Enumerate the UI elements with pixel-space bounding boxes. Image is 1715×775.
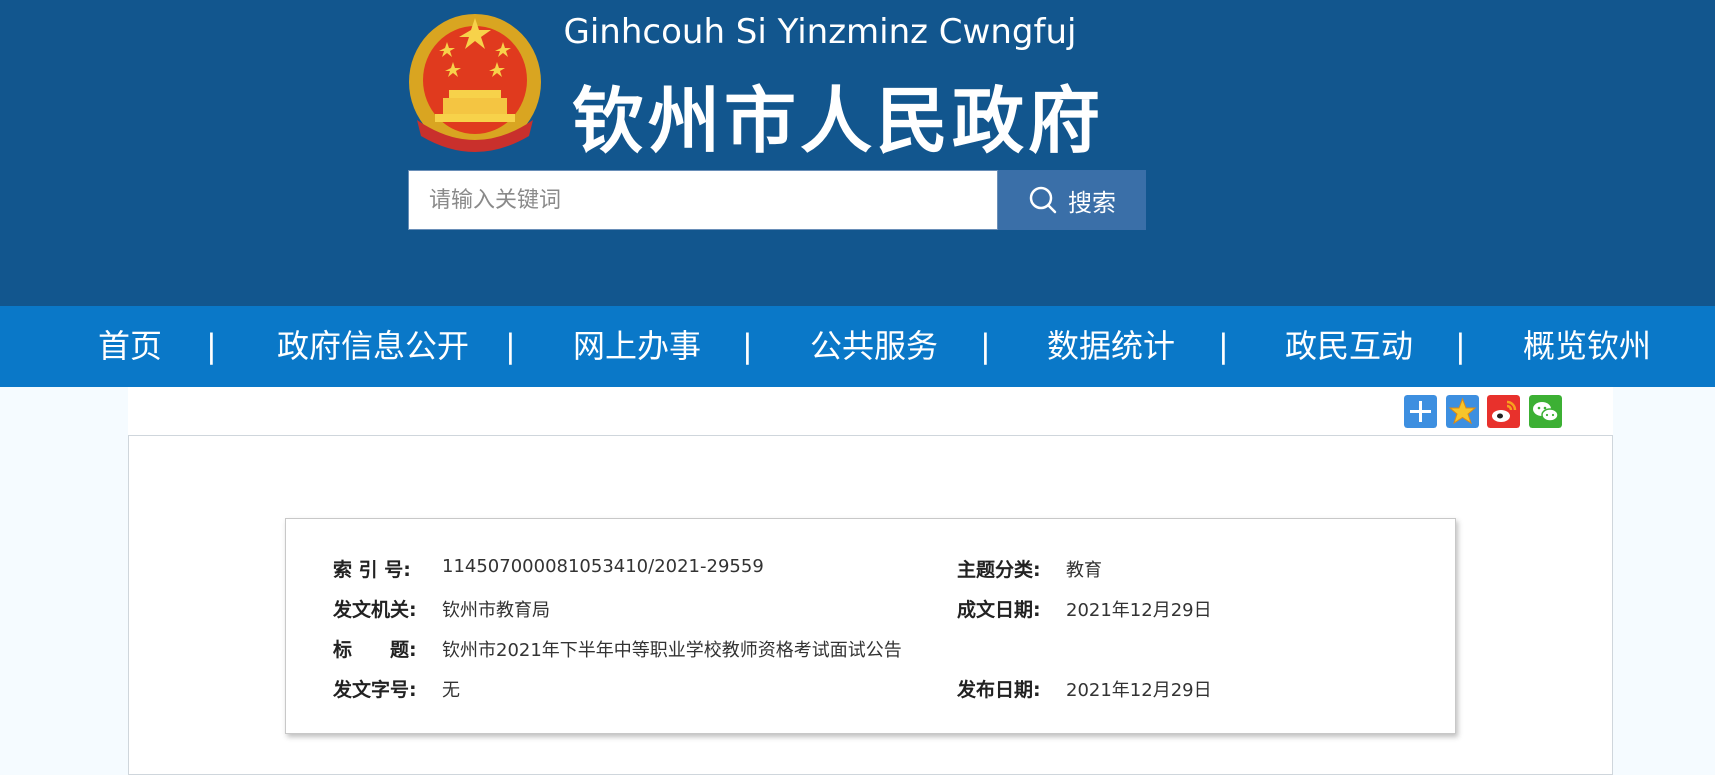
title-label: 标 题: — [333, 639, 417, 661]
main-nav: 首页 | 政府信息公开 | 网上办事 | 公共服务 | 数据统计 | 政民互动 … — [0, 306, 1715, 387]
nav-item-statistics[interactable]: 数据统计 — [1047, 306, 1175, 387]
title-value: 钦州市2021年下半年中等职业学校教师资格考试面试公告 — [442, 640, 902, 661]
nav-separator: | — [742, 327, 753, 365]
nav-separator: | — [1218, 327, 1229, 365]
nav-item-overview[interactable]: 概览钦州 — [1523, 306, 1651, 387]
publish-date-value: 2021年12月29日 — [1066, 680, 1212, 701]
publish-date-label: 发布日期: — [957, 679, 1041, 701]
site-title-pinyin: Ginhcouh Si Yinzminz Cwngfuj — [563, 12, 1077, 52]
doc-number-label: 发文字号: — [333, 679, 417, 701]
wechat-icon[interactable] — [1529, 395, 1562, 428]
issuer-label: 发文机关: — [333, 599, 417, 621]
doc-number-value: 无 — [442, 680, 460, 701]
national-emblem-icon — [409, 14, 541, 152]
nav-item-home[interactable]: 首页 — [98, 306, 162, 387]
nav-separator: | — [980, 327, 991, 365]
topic-value: 教育 — [1066, 560, 1102, 581]
nav-separator: | — [1455, 327, 1466, 365]
nav-separator: | — [505, 327, 516, 365]
search-box — [408, 170, 998, 230]
favorite-star-icon[interactable] — [1446, 395, 1479, 428]
nav-separator: | — [206, 327, 217, 365]
topic-label: 主题分类: — [957, 559, 1041, 581]
search-button-label: 搜索 — [1068, 188, 1116, 217]
document-info-card — [285, 518, 1456, 734]
written-date-label: 成文日期: — [957, 599, 1041, 621]
index-label: 索 引 号: — [333, 559, 411, 581]
site-title: 钦州市人民政府 — [572, 79, 1105, 163]
weibo-icon[interactable] — [1487, 395, 1520, 428]
written-date-value: 2021年12月29日 — [1066, 600, 1212, 621]
site-header: Ginhcouh Si Yinzminz Cwngfuj 钦州市人民政府 搜索 — [0, 0, 1715, 306]
issuer-value: 钦州市教育局 — [442, 600, 550, 621]
share-toolbar — [128, 387, 1613, 435]
nav-item-interaction[interactable]: 政民互动 — [1285, 306, 1413, 387]
index-value: 114507000081053410/2021-29559 — [442, 556, 764, 577]
add-icon[interactable] — [1404, 395, 1437, 428]
nav-item-gov-info[interactable]: 政府信息公开 — [277, 306, 469, 387]
nav-item-public-services[interactable]: 公共服务 — [810, 306, 938, 387]
search-input[interactable] — [409, 171, 997, 229]
nav-item-online-services[interactable]: 网上办事 — [573, 306, 701, 387]
search-icon — [1029, 186, 1057, 214]
search-button[interactable]: 搜索 — [998, 170, 1146, 230]
